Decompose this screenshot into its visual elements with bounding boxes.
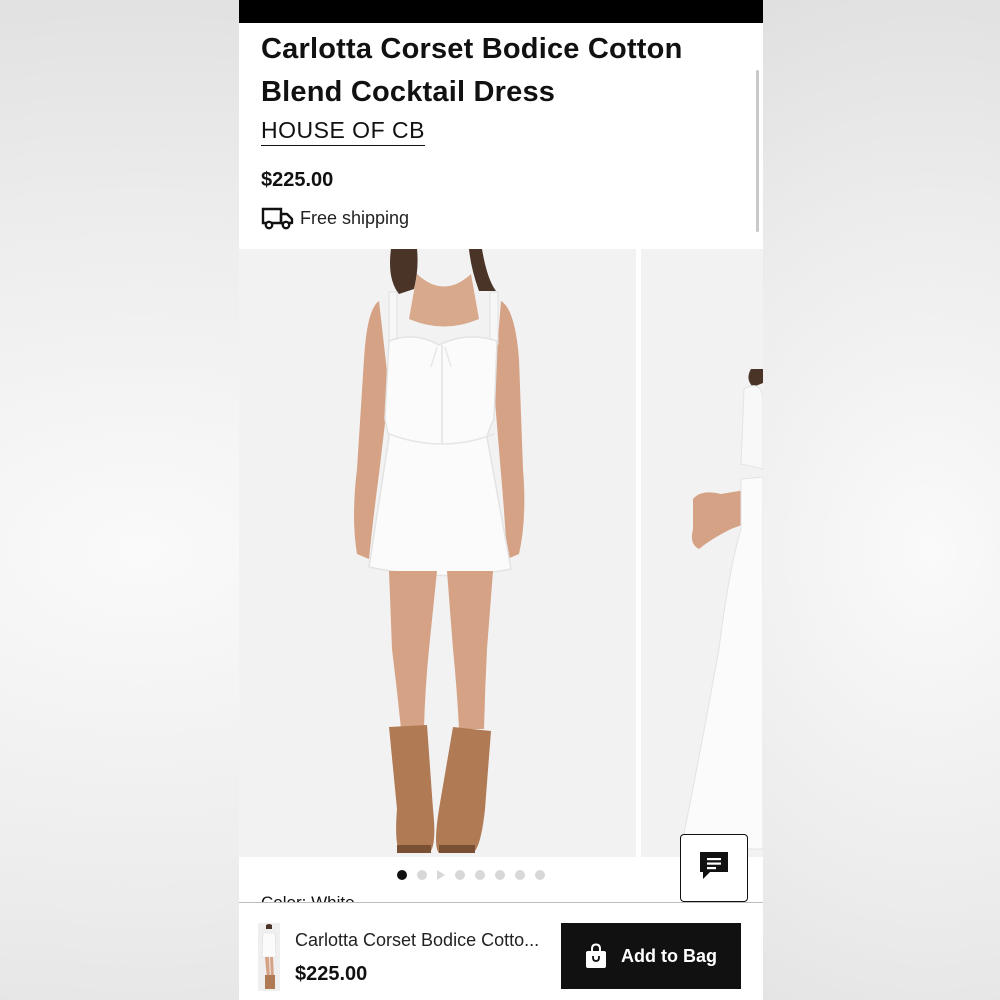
truck-icon: [261, 205, 295, 231]
video-play-icon[interactable]: [437, 870, 445, 880]
sticky-product-price: $225.00: [295, 963, 368, 985]
add-to-bag-button[interactable]: Add to Bag: [561, 923, 741, 989]
chat-button[interactable]: [680, 834, 748, 902]
add-to-bag-label: Add to Bag: [621, 945, 717, 966]
pagination-dot-8[interactable]: [535, 870, 545, 880]
brand-link[interactable]: HOUSE OF CB: [261, 117, 425, 146]
sticky-product-title: Carlotta Corset Bodice Cotto...: [295, 930, 540, 950]
status-bar: [239, 0, 763, 23]
phone-screen: Carlotta Corset Bodice Cotton Blend Cock…: [239, 0, 763, 1000]
color-label: Color: White: [261, 893, 355, 902]
pagination-dot-2[interactable]: [417, 870, 427, 880]
image-gallery[interactable]: [239, 249, 763, 857]
shipping-text: Free shipping: [300, 207, 410, 228]
shipping-info: Free shipping: [261, 205, 409, 231]
pagination-dot-1[interactable]: [397, 870, 407, 880]
pagination-dot-6[interactable]: [495, 870, 505, 880]
product-price: $225.00: [261, 169, 334, 191]
pagination-dot-5[interactable]: [475, 870, 485, 880]
pagination-dot-7[interactable]: [515, 870, 525, 880]
gallery-pagination: [239, 868, 733, 882]
scrollbar[interactable]: [756, 70, 759, 232]
chat-icon: [698, 850, 730, 887]
shopping-bag-icon: [585, 943, 607, 969]
product-thumbnail: [258, 923, 280, 991]
pagination-dot-4[interactable]: [455, 870, 465, 880]
sticky-add-to-bag-bar: Carlotta Corset Bodice Cotto... $225.00 …: [239, 902, 763, 1000]
product-image-main[interactable]: [239, 249, 636, 857]
product-title: Carlotta Corset Bodice Cotton Blend Cock…: [261, 33, 683, 108]
product-image-next[interactable]: [641, 249, 763, 857]
